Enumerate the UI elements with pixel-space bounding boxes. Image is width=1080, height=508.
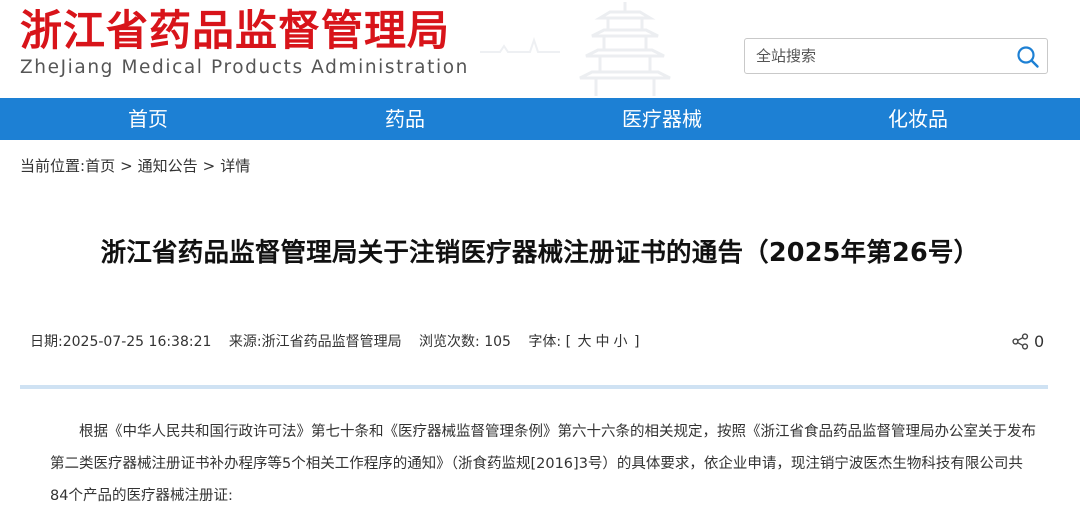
site-logo-cn[interactable]: 浙江省药品监督管理局: [20, 6, 450, 56]
share-widget: 0: [1012, 330, 1044, 354]
font-size-small[interactable]: 小: [614, 334, 628, 350]
search-box: [744, 38, 1048, 74]
breadcrumb-separator: >: [202, 157, 216, 175]
meta-views-value: 105: [484, 334, 511, 350]
font-size-bracket-open: [: [565, 334, 572, 350]
meta-divider: [20, 385, 1048, 389]
search-input[interactable]: [745, 39, 1007, 73]
font-size-medium[interactable]: 中: [596, 334, 610, 350]
article-title: 浙江省药品监督管理局关于注销医疗器械注册证书的通告（2025年第26号）: [100, 238, 980, 268]
breadcrumb-separator: >: [120, 157, 133, 175]
breadcrumb-prefix: 当前位置:: [20, 157, 86, 175]
meta-date-value: 2025-07-25 16:38:21: [62, 334, 212, 350]
search-icon[interactable]: [1015, 44, 1041, 70]
site-logo-en: ZheJiang Medical Products Administration: [20, 57, 469, 78]
font-size-large[interactable]: 大: [578, 334, 592, 350]
meta-date: 日期:2025-07-25 16:38:21: [30, 334, 211, 350]
font-size-bracket-close: ]: [633, 334, 640, 350]
meta-source-value: 浙江省药品监督管理局: [261, 334, 402, 350]
nav-item-cosmetics[interactable]: 化妆品: [858, 98, 978, 140]
share-count: 0: [1034, 332, 1045, 351]
share-icon[interactable]: [1012, 333, 1029, 350]
pagoda-decoration: [579, 2, 671, 96]
meta-source-label: 来源:: [228, 334, 262, 350]
nav-item-medical-devices[interactable]: 医疗器械: [592, 98, 732, 140]
article-meta: 日期:2025-07-25 16:38:21 来源:浙江省药品监督管理局 浏览次…: [30, 330, 652, 354]
breadcrumb-home[interactable]: 首页: [85, 157, 115, 175]
meta-source: 来源:浙江省药品监督管理局: [229, 334, 402, 350]
meta-views-label: 浏览次数:: [419, 334, 480, 350]
nav-item-home[interactable]: 首页: [88, 98, 208, 140]
breadcrumb-current: 详情: [220, 157, 251, 175]
nav-item-drugs[interactable]: 药品: [345, 98, 465, 140]
meta-views: 浏览次数: 105: [419, 334, 511, 350]
main-nav: 首页 药品 医疗器械 化妆品: [0, 98, 1080, 140]
font-size-controls: 字体: [ 大中小 ]: [528, 334, 639, 350]
breadcrumb-notices[interactable]: 通知公告: [138, 157, 198, 175]
meta-date-label: 日期:: [30, 334, 63, 350]
font-size-label: 字体:: [528, 334, 562, 350]
breadcrumb: 当前位置:首页 > 通知公告 > 详情: [20, 154, 250, 178]
article-body: 根据《中华人民共和国行政许可法》第七十条和《医疗器械监督管理条例》第六十六条的相…: [50, 424, 1036, 504]
skyline-decoration: [480, 36, 560, 53]
site-header: 浙江省药品监督管理局 ZheJiang Medical Products Adm…: [0, 0, 1080, 98]
